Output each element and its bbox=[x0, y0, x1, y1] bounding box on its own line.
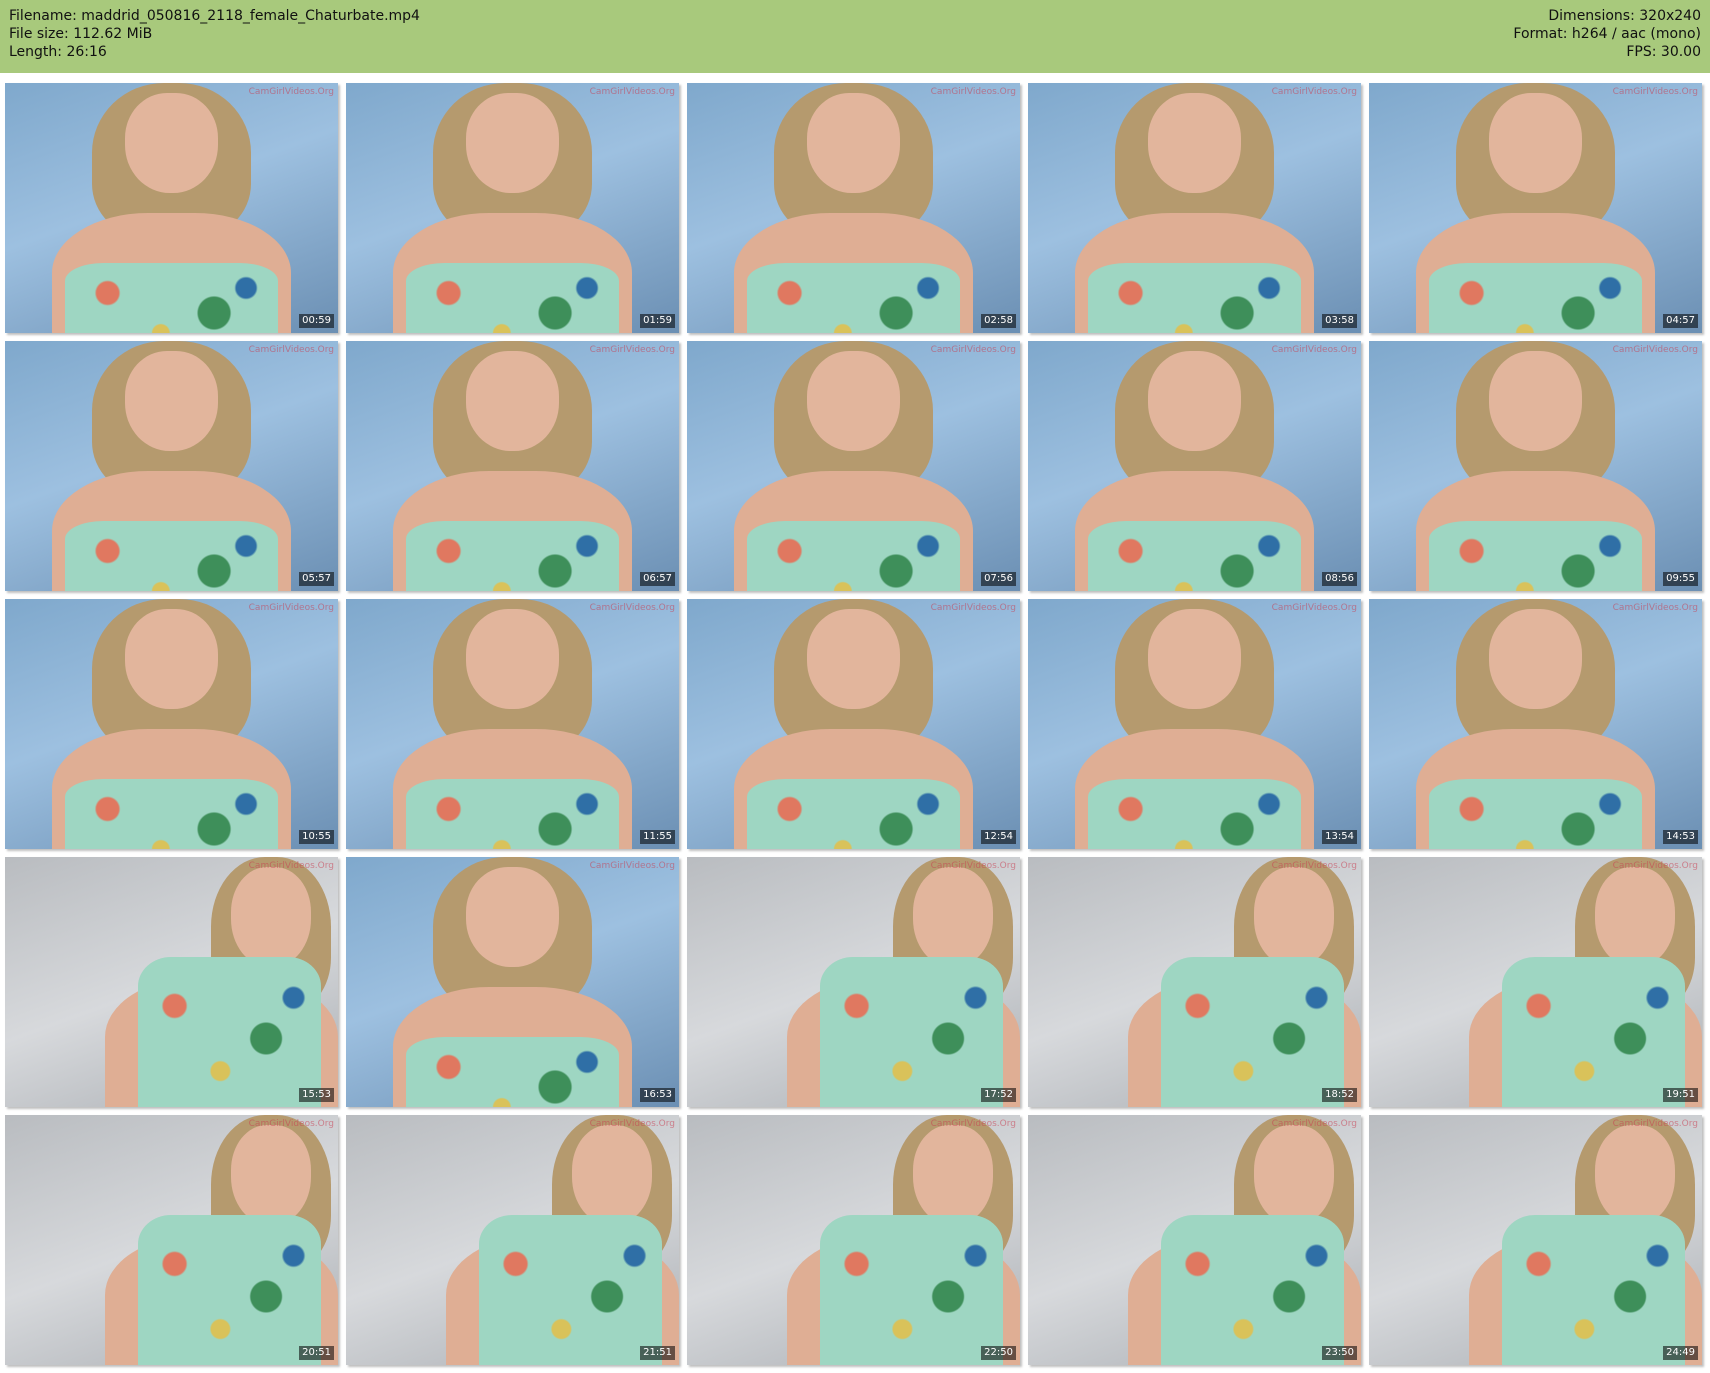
watermark-text: CamGirlVideos.Org bbox=[1612, 861, 1698, 871]
watermark-text: CamGirlVideos.Org bbox=[930, 603, 1016, 613]
watermark-text: CamGirlVideos.Org bbox=[930, 345, 1016, 355]
video-thumbnail[interactable]: CamGirlVideos.Org 10:55 bbox=[5, 599, 338, 849]
video-thumbnail[interactable]: CamGirlVideos.Org 00:59 bbox=[5, 83, 338, 333]
watermark-text: CamGirlVideos.Org bbox=[930, 861, 1016, 871]
video-thumbnail[interactable]: CamGirlVideos.Org 23:50 bbox=[1028, 1115, 1361, 1365]
thumbnail-timestamp: 15:53 bbox=[299, 1088, 334, 1102]
video-thumbnail[interactable]: CamGirlVideos.Org 11:55 bbox=[346, 599, 679, 849]
video-thumbnail[interactable]: CamGirlVideos.Org 15:53 bbox=[5, 857, 338, 1107]
watermark-text: CamGirlVideos.Org bbox=[930, 1119, 1016, 1129]
dimensions-label: Dimensions: 320x240 bbox=[1548, 8, 1701, 24]
video-thumbnail[interactable]: CamGirlVideos.Org 03:58 bbox=[1028, 83, 1361, 333]
video-thumbnail[interactable]: CamGirlVideos.Org 09:55 bbox=[1369, 341, 1702, 591]
thumbnail-timestamp: 13:54 bbox=[1322, 830, 1357, 844]
watermark-text: CamGirlVideos.Org bbox=[1271, 87, 1357, 97]
thumbnail-timestamp: 18:52 bbox=[1322, 1088, 1357, 1102]
video-thumbnail[interactable]: CamGirlVideos.Org 19:51 bbox=[1369, 857, 1702, 1107]
watermark-text: CamGirlVideos.Org bbox=[1271, 1119, 1357, 1129]
watermark-text: CamGirlVideos.Org bbox=[248, 1119, 334, 1129]
thumbnail-grid: CamGirlVideos.Org 00:59 CamGirlVideos.Org 0… bbox=[5, 83, 1705, 1368]
thumbnail-timestamp: 17:52 bbox=[981, 1088, 1016, 1102]
thumbnail-timestamp: 19:51 bbox=[1663, 1088, 1698, 1102]
video-thumbnail[interactable]: CamGirlVideos.Org 08:56 bbox=[1028, 341, 1361, 591]
watermark-text: CamGirlVideos.Org bbox=[589, 345, 675, 355]
filename-label: Filename: maddrid_050816_2118_female_Cha… bbox=[9, 8, 420, 24]
thumbnail-timestamp: 12:54 bbox=[981, 830, 1016, 844]
info-header: Filename: maddrid_050816_2118_female_Cha… bbox=[0, 0, 1710, 73]
watermark-text: CamGirlVideos.Org bbox=[1612, 603, 1698, 613]
watermark-text: CamGirlVideos.Org bbox=[1612, 87, 1698, 97]
watermark-text: CamGirlVideos.Org bbox=[1271, 861, 1357, 871]
thumbnail-timestamp: 16:53 bbox=[640, 1088, 675, 1102]
thumbnail-timestamp: 06:57 bbox=[640, 572, 675, 586]
thumbnail-timestamp: 23:50 bbox=[1322, 1346, 1357, 1360]
thumbnail-timestamp: 14:53 bbox=[1663, 830, 1698, 844]
watermark-text: CamGirlVideos.Org bbox=[248, 861, 334, 871]
watermark-text: CamGirlVideos.Org bbox=[248, 345, 334, 355]
thumbnail-timestamp: 09:55 bbox=[1663, 572, 1698, 586]
thumbnail-timestamp: 05:57 bbox=[299, 572, 334, 586]
video-thumbnail[interactable]: CamGirlVideos.Org 05:57 bbox=[5, 341, 338, 591]
thumbnail-timestamp: 22:50 bbox=[981, 1346, 1016, 1360]
watermark-text: CamGirlVideos.Org bbox=[1271, 345, 1357, 355]
thumbnail-timestamp: 20:51 bbox=[299, 1346, 334, 1360]
watermark-text: CamGirlVideos.Org bbox=[589, 861, 675, 871]
thumbnail-timestamp: 24:49 bbox=[1663, 1346, 1698, 1360]
video-thumbnail[interactable]: CamGirlVideos.Org 07:56 bbox=[687, 341, 1020, 591]
file-info: Filename: maddrid_050816_2118_female_Cha… bbox=[9, 7, 420, 66]
video-thumbnail[interactable]: CamGirlVideos.Org 13:54 bbox=[1028, 599, 1361, 849]
video-thumbnail[interactable]: CamGirlVideos.Org 16:53 bbox=[346, 857, 679, 1107]
video-thumbnail[interactable]: CamGirlVideos.Org 06:57 bbox=[346, 341, 679, 591]
watermark-text: CamGirlVideos.Org bbox=[1271, 603, 1357, 613]
thumbnail-timestamp: 02:58 bbox=[981, 314, 1016, 328]
format-label: Format: h264 / aac (mono) bbox=[1513, 26, 1701, 42]
video-thumbnail[interactable]: CamGirlVideos.Org 14:53 bbox=[1369, 599, 1702, 849]
thumbnail-timestamp: 21:51 bbox=[640, 1346, 675, 1360]
watermark-text: CamGirlVideos.Org bbox=[1612, 1119, 1698, 1129]
video-thumbnail[interactable]: CamGirlVideos.Org 20:51 bbox=[5, 1115, 338, 1365]
watermark-text: CamGirlVideos.Org bbox=[589, 87, 675, 97]
video-thumbnail[interactable]: CamGirlVideos.Org 24:49 bbox=[1369, 1115, 1702, 1365]
thumbnail-timestamp: 00:59 bbox=[299, 314, 334, 328]
watermark-text: CamGirlVideos.Org bbox=[930, 87, 1016, 97]
video-thumbnail[interactable]: CamGirlVideos.Org 18:52 bbox=[1028, 857, 1361, 1107]
video-thumbnail[interactable]: CamGirlVideos.Org 02:58 bbox=[687, 83, 1020, 333]
video-thumbnail[interactable]: CamGirlVideos.Org 21:51 bbox=[346, 1115, 679, 1365]
length-label: Length: 26:16 bbox=[9, 44, 107, 60]
watermark-text: CamGirlVideos.Org bbox=[589, 603, 675, 613]
watermark-text: CamGirlVideos.Org bbox=[589, 1119, 675, 1129]
video-thumbnail[interactable]: CamGirlVideos.Org 04:57 bbox=[1369, 83, 1702, 333]
thumbnail-timestamp: 04:57 bbox=[1663, 314, 1698, 328]
thumbnail-timestamp: 08:56 bbox=[1322, 572, 1357, 586]
media-info: Dimensions: 320x240 Format: h264 / aac (… bbox=[1513, 7, 1701, 66]
fps-label: FPS: 30.00 bbox=[1626, 44, 1701, 60]
thumbnail-timestamp: 11:55 bbox=[640, 830, 675, 844]
video-thumbnail[interactable]: CamGirlVideos.Org 01:59 bbox=[346, 83, 679, 333]
watermark-text: CamGirlVideos.Org bbox=[1612, 345, 1698, 355]
watermark-text: CamGirlVideos.Org bbox=[248, 603, 334, 613]
thumbnail-timestamp: 01:59 bbox=[640, 314, 675, 328]
thumbnail-timestamp: 07:56 bbox=[981, 572, 1016, 586]
video-thumbnail[interactable]: CamGirlVideos.Org 22:50 bbox=[687, 1115, 1020, 1365]
filesize-label: File size: 112.62 MiB bbox=[9, 26, 153, 42]
watermark-text: CamGirlVideos.Org bbox=[248, 87, 334, 97]
video-thumbnail[interactable]: CamGirlVideos.Org 17:52 bbox=[687, 857, 1020, 1107]
thumbnail-timestamp: 10:55 bbox=[299, 830, 334, 844]
video-thumbnail[interactable]: CamGirlVideos.Org 12:54 bbox=[687, 599, 1020, 849]
thumbnail-timestamp: 03:58 bbox=[1322, 314, 1357, 328]
